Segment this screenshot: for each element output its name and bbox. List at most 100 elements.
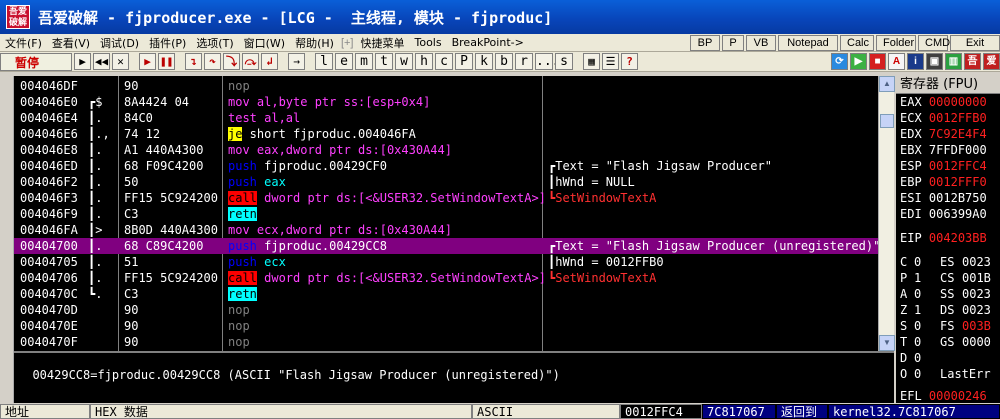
disasm-row[interactable]: 0040470D 90 nop <box>14 302 894 318</box>
step-into-icon[interactable]: ↴ <box>185 53 202 70</box>
help-icon[interactable]: ? <box>621 53 638 70</box>
step-over-icon[interactable]: ↷ <box>204 53 221 70</box>
pause-icon[interactable]: ❚❚ <box>158 53 175 70</box>
register-row[interactable]: ESP 0012FFC4 <box>896 158 1000 174</box>
menu-item[interactable]: 文件(F) <box>0 35 47 51</box>
register-row[interactable]: EFL 00000246 <box>896 388 1000 404</box>
register-row[interactable]: EDI 006399A0 <box>896 206 1000 222</box>
dump-address-header[interactable]: 地址 <box>0 404 90 419</box>
disasm-row[interactable]: 00404706 ┃. FF15 5C924200 call dword ptr ds… <box>14 270 894 286</box>
close-icon[interactable]: ✕ <box>112 53 129 70</box>
app-logo-icon[interactable]: 吾爱破解 <box>6 5 30 29</box>
trace-into-icon[interactable]: ⤵ <box>223 53 240 70</box>
menu-extra-item[interactable]: Tools <box>410 36 447 49</box>
window-letter-button[interactable]: P <box>455 53 473 70</box>
flag-row[interactable]: S 0 FS 003B <box>896 318 1000 334</box>
disasm-row[interactable]: 004046DF 90 nop <box>14 78 894 94</box>
plugin-icon[interactable]: 吾 <box>964 53 981 70</box>
layout-icon[interactable]: ▥ <box>945 53 962 70</box>
window-letter-button[interactable]: m <box>355 53 373 70</box>
disasm-row[interactable]: 004046F2 ┃. 50 push eax ┃hWnd = NULL <box>14 174 894 190</box>
window-letter-button[interactable]: c <box>435 53 453 70</box>
window-letter-button[interactable]: ... <box>535 53 559 70</box>
scroll-thumb[interactable] <box>880 114 894 128</box>
registers-panel[interactable]: 寄存器 (FPU) EAX 00000000 ECX 0012FFB0 EDX 7C… <box>896 76 1000 419</box>
flag-row[interactable]: D0 <box>896 350 1000 366</box>
quick-button[interactable]: Calc <box>840 34 874 51</box>
disasm-row[interactable]: 004046ED ┃. 68 F09C4200 push fjproduc.00429… <box>14 158 894 174</box>
run-icon[interactable]: ▶ <box>139 53 156 70</box>
disasm-row[interactable]: 004046FA ┃> 8B0D 440A4300 mov ecx,dword ptr… <box>14 222 894 238</box>
a-icon[interactable]: A <box>888 53 905 70</box>
grid-icon[interactable]: ▦ <box>583 53 600 70</box>
stack-value[interactable]: 7C817067 <box>702 404 776 419</box>
flag-row[interactable]: P 1 CS 001B <box>896 270 1000 286</box>
menu-item[interactable]: 窗口(W) <box>239 35 290 51</box>
disasm-row[interactable]: 004046E6 ┃., 74 12 je short fjproduc.004046… <box>14 126 894 142</box>
window-letter-button[interactable]: t <box>375 53 393 70</box>
disasm-row[interactable]: 00404705 ┃. 51 push ecx ┃hWnd = 0012FFB0 <box>14 254 894 270</box>
menu-plus[interactable]: [+] <box>339 37 356 49</box>
window-letter-button[interactable]: l <box>315 53 333 70</box>
disasm-row[interactable]: 0040470E 90 nop <box>14 318 894 334</box>
disasm-row[interactable]: 0040470C ┗. C3 retn <box>14 286 894 302</box>
flag-row[interactable]: C 0 ES 0023 <box>896 254 1000 270</box>
window-letter-button[interactable]: r <box>515 53 533 70</box>
register-row[interactable]: EBX 7FFDF000 <box>896 142 1000 158</box>
register-row[interactable]: EAX 00000000 <box>896 94 1000 110</box>
window-letter-button[interactable]: b <box>495 53 513 70</box>
scroll-down-icon[interactable]: ▼ <box>879 335 895 351</box>
scroll-up-icon[interactable]: ▲ <box>879 76 895 92</box>
disasm-row[interactable]: 004046E0 ┏$ 8A4424 04 mov al,byte ptr ss:[e… <box>14 94 894 110</box>
execute-till-return-icon[interactable]: ↲ <box>261 53 278 70</box>
flag-row[interactable]: Z 1 DS 0023 <box>896 302 1000 318</box>
disasm-row[interactable]: 004046E8 ┃. A1 440A4300 mov eax,dword ptr d… <box>14 142 894 158</box>
window-letter-button[interactable]: s <box>555 53 573 70</box>
logo-small-icon[interactable]: 爱 <box>983 53 1000 70</box>
quick-button[interactable]: CMD <box>918 34 950 51</box>
window-letter-button[interactable]: w <box>395 53 413 70</box>
menu-extra-item[interactable]: 快捷菜单 <box>356 35 410 51</box>
register-row[interactable]: EIP 004203BB <box>896 230 1000 246</box>
dump-hex-header[interactable]: HEX 数据 <box>90 404 472 419</box>
info-icon[interactable]: i <box>907 53 924 70</box>
play-green-icon[interactable]: ▶ <box>850 53 867 70</box>
window-letter-button[interactable]: h <box>415 53 433 70</box>
goto-icon[interactable]: → <box>288 53 305 70</box>
quick-button[interactable]: Notepad <box>778 34 838 51</box>
refresh-icon[interactable]: ⟳ <box>831 53 848 70</box>
menu-item[interactable]: 插件(P) <box>144 35 191 51</box>
window-letter-button[interactable]: e <box>335 53 353 70</box>
quick-button[interactable]: VB <box>746 34 776 51</box>
trace-over-icon[interactable]: ⤼ <box>242 53 259 70</box>
flag-row[interactable]: T 0 GS 0000 <box>896 334 1000 350</box>
disasm-row[interactable]: 004046F3 ┃. FF15 5C924200 call dword ptr ds… <box>14 190 894 206</box>
quick-button[interactable]: Folder <box>876 34 916 51</box>
list-icon[interactable]: ☰ <box>602 53 619 70</box>
register-row[interactable]: EBP 0012FFF0 <box>896 174 1000 190</box>
disasm-row[interactable]: 00404700 ┃. 68 C89C4200 push fjproduc.00429… <box>14 238 894 254</box>
flag-row[interactable]: A 0 SS 0023 <box>896 286 1000 302</box>
dump-ascii-header[interactable]: ASCII <box>472 404 620 419</box>
disasm-row[interactable]: 004046F9 ┃. C3 retn <box>14 206 894 222</box>
quick-button[interactable]: Exit <box>950 34 1000 51</box>
register-row[interactable]: ESI 0012B750 <box>896 190 1000 206</box>
image-icon[interactable]: ▣ <box>926 53 943 70</box>
menu-item[interactable]: 帮助(H) <box>290 35 339 51</box>
menu-item[interactable]: 选项(T) <box>191 35 238 51</box>
register-row[interactable]: EDX 7C92E4F4 <box>896 126 1000 142</box>
menu-extra-item[interactable]: BreakPoint-> <box>447 36 529 49</box>
quick-button[interactable]: BP <box>690 34 720 51</box>
stop-red-icon[interactable]: ■ <box>869 53 886 70</box>
menu-item[interactable]: 调试(D) <box>95 35 144 51</box>
register-row[interactable]: ECX 0012FFB0 <box>896 110 1000 126</box>
stack-address[interactable]: 0012FFC4 <box>620 404 702 419</box>
vertical-scrollbar[interactable]: ▲ ▼ <box>878 76 895 351</box>
disasm-row[interactable]: 0040470F 90 nop <box>14 334 894 350</box>
disasm-row[interactable]: 004046E4 ┃. 84C0 test al,al <box>14 110 894 126</box>
window-letter-button[interactable]: k <box>475 53 493 70</box>
menu-item[interactable]: 查看(V) <box>47 35 95 51</box>
disassembly-pane[interactable]: 004046DF 90 nop 004046E0 ┏$ 8A4424 04 mov al,b… <box>14 76 894 351</box>
restart-icon[interactable]: ▶ <box>74 53 91 70</box>
quick-button[interactable]: P <box>722 34 744 51</box>
